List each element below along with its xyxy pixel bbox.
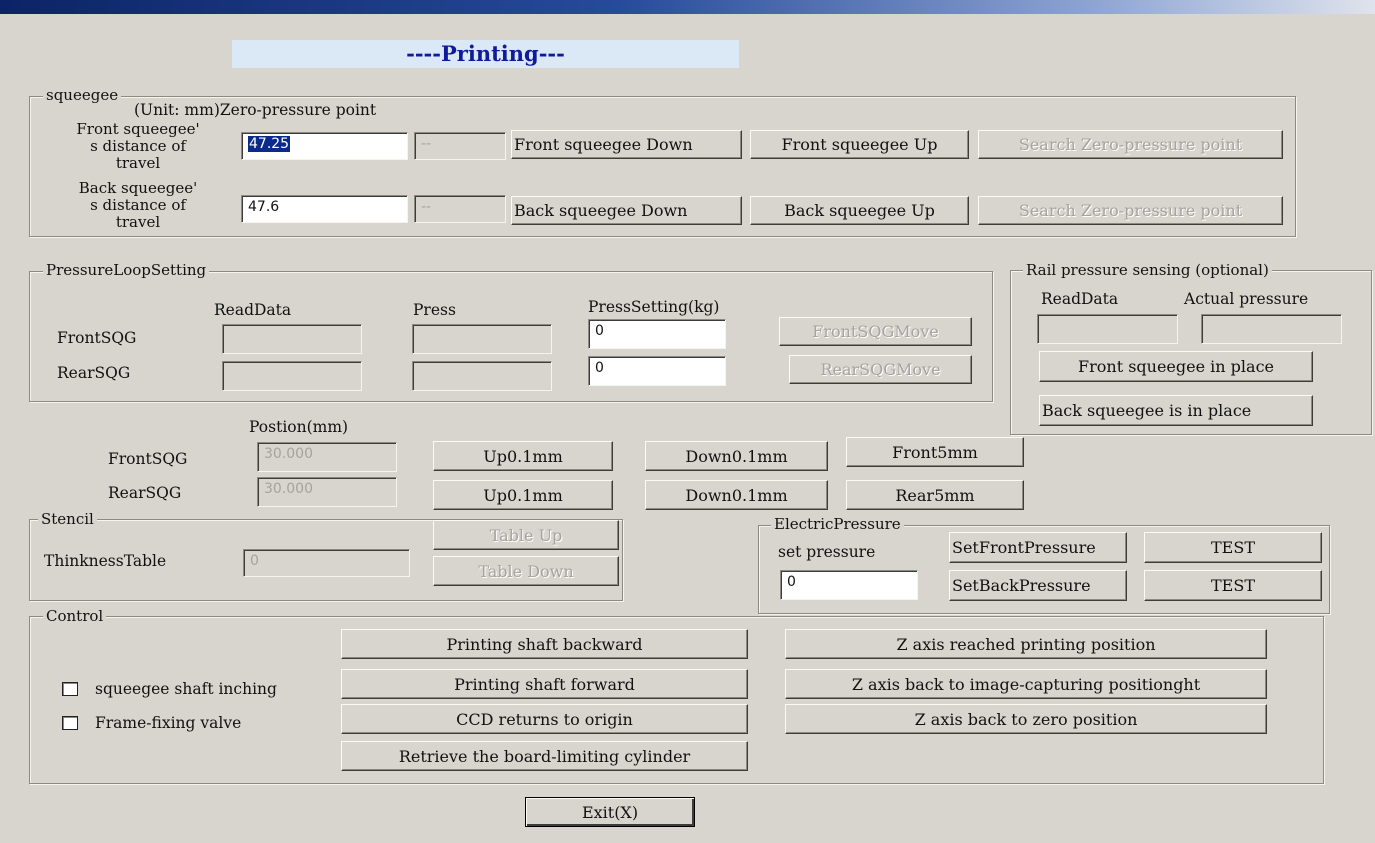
front-distance-input[interactable]: 47.25: [241, 132, 408, 160]
front-zero-point-field: --: [414, 132, 506, 160]
pressure-rear-read-field: [222, 361, 362, 391]
rail-read-field: [1037, 314, 1178, 344]
electric-pressure-legend: ElectricPressure: [771, 515, 904, 533]
front-squeegee-up-button[interactable]: Front squeegee Up: [750, 130, 969, 159]
retrieve-board-limiting-cylinder-button[interactable]: Retrieve the board-limiting cylinder: [341, 741, 748, 771]
pressure-press-header: Press: [413, 301, 456, 319]
rail-actual-field: [1201, 314, 1342, 344]
position-front-field: 30.000: [257, 442, 397, 472]
squeegee-legend: squeegee: [43, 86, 122, 104]
rail-actual-header: Actual pressure: [1184, 290, 1309, 308]
control-legend: Control: [43, 607, 107, 625]
stencil-legend: Stencil: [38, 510, 97, 528]
back-squeegee-up-button[interactable]: Back squeegee Up: [750, 196, 969, 225]
front-down-0-1mm-button[interactable]: Down0.1mm: [645, 441, 828, 471]
pressure-rear-label: RearSQG: [57, 364, 131, 382]
pressure-rear-press-field: [412, 361, 552, 391]
set-back-pressure-button[interactable]: SetBackPressure: [949, 570, 1127, 601]
front-squeegee-down-button[interactable]: Front squeegee Down: [511, 130, 742, 159]
table-down-button[interactable]: Table Down: [433, 556, 619, 586]
position-rear-field: 30.000: [257, 477, 397, 507]
set-front-pressure-button[interactable]: SetFrontPressure: [949, 532, 1127, 563]
back-pressure-test-button[interactable]: TEST: [1144, 570, 1322, 601]
rear-5mm-button[interactable]: Rear5mm: [846, 480, 1024, 510]
rail-readdata-header: ReadData: [1041, 290, 1119, 308]
rear-down-0-1mm-button[interactable]: Down0.1mm: [645, 480, 828, 510]
exit-button[interactable]: Exit(X): [525, 797, 695, 827]
pressure-loop-legend: PressureLoopSetting: [43, 261, 210, 279]
pressure-front-setting-input[interactable]: 0: [588, 319, 726, 349]
pressure-front-read-field: [222, 324, 362, 354]
ccd-returns-origin-button[interactable]: CCD returns to origin: [341, 704, 748, 734]
back-search-zero-button[interactable]: Search Zero-pressure point: [978, 196, 1283, 225]
front-5mm-button[interactable]: Front5mm: [846, 437, 1024, 467]
back-zero-point-field: --: [414, 195, 506, 223]
z-axis-image-capturing-button[interactable]: Z axis back to image-capturing positiong…: [785, 669, 1267, 699]
rail-pressure-legend: Rail pressure sensing (optional): [1023, 261, 1272, 279]
front-pressure-test-button[interactable]: TEST: [1144, 532, 1322, 563]
z-axis-zero-position-button[interactable]: Z axis back to zero position: [785, 704, 1267, 734]
position-rear-label: RearSQG: [108, 484, 182, 502]
pressure-setting-header: PressSetting(kg): [588, 298, 720, 316]
position-header: Postion(mm): [249, 418, 349, 436]
front-sqg-move-button[interactable]: FrontSQGMove: [779, 317, 972, 346]
frame-fixing-checkbox[interactable]: [62, 716, 78, 730]
printing-shaft-backward-button[interactable]: Printing shaft backward: [341, 629, 748, 659]
pressure-readdata-header: ReadData: [214, 301, 292, 319]
rear-sqg-move-button[interactable]: RearSQGMove: [789, 355, 972, 384]
back-distance-input[interactable]: 47.6: [241, 195, 408, 223]
inching-checkbox[interactable]: [62, 682, 78, 696]
front-distance-label: Front squeegee' s distance of travel: [76, 120, 200, 172]
electric-pressure-input[interactable]: 0: [780, 570, 918, 600]
pressure-rear-setting-input[interactable]: 0: [588, 356, 726, 386]
back-squeegee-down-button[interactable]: Back squeegee Down: [511, 196, 742, 225]
pressure-front-label: FrontSQG: [57, 329, 137, 347]
back-distance-label: Back squeegee' s distance of travel: [78, 179, 198, 231]
inching-checkbox-label: squeegee shaft inching: [95, 680, 277, 698]
rear-up-0-1mm-button[interactable]: Up0.1mm: [433, 480, 613, 510]
unit-label: (Unit: mm)Zero-pressure point: [134, 101, 377, 119]
page-title: ----Printing---: [232, 40, 739, 68]
position-front-label: FrontSQG: [108, 450, 188, 468]
printing-shaft-forward-button[interactable]: Printing shaft forward: [341, 669, 748, 699]
z-axis-printing-position-button[interactable]: Z axis reached printing position: [785, 629, 1267, 659]
table-up-button[interactable]: Table Up: [433, 520, 619, 550]
front-search-zero-button[interactable]: Search Zero-pressure point: [978, 130, 1283, 159]
window-title-bar: [0, 0, 1375, 14]
front-squeegee-in-place-button[interactable]: Front squeegee in place: [1039, 351, 1313, 382]
front-up-0-1mm-button[interactable]: Up0.1mm: [433, 441, 613, 471]
stencil-thickness-field: 0: [243, 549, 410, 577]
set-pressure-label: set pressure: [778, 543, 876, 561]
back-squeegee-in-place-button[interactable]: Back squeegee is in place: [1039, 395, 1313, 426]
pressure-front-press-field: [412, 324, 552, 354]
stencil-thickness-label: ThinknessTable: [44, 552, 167, 570]
frame-fixing-checkbox-label: Frame-fixing valve: [95, 714, 242, 732]
